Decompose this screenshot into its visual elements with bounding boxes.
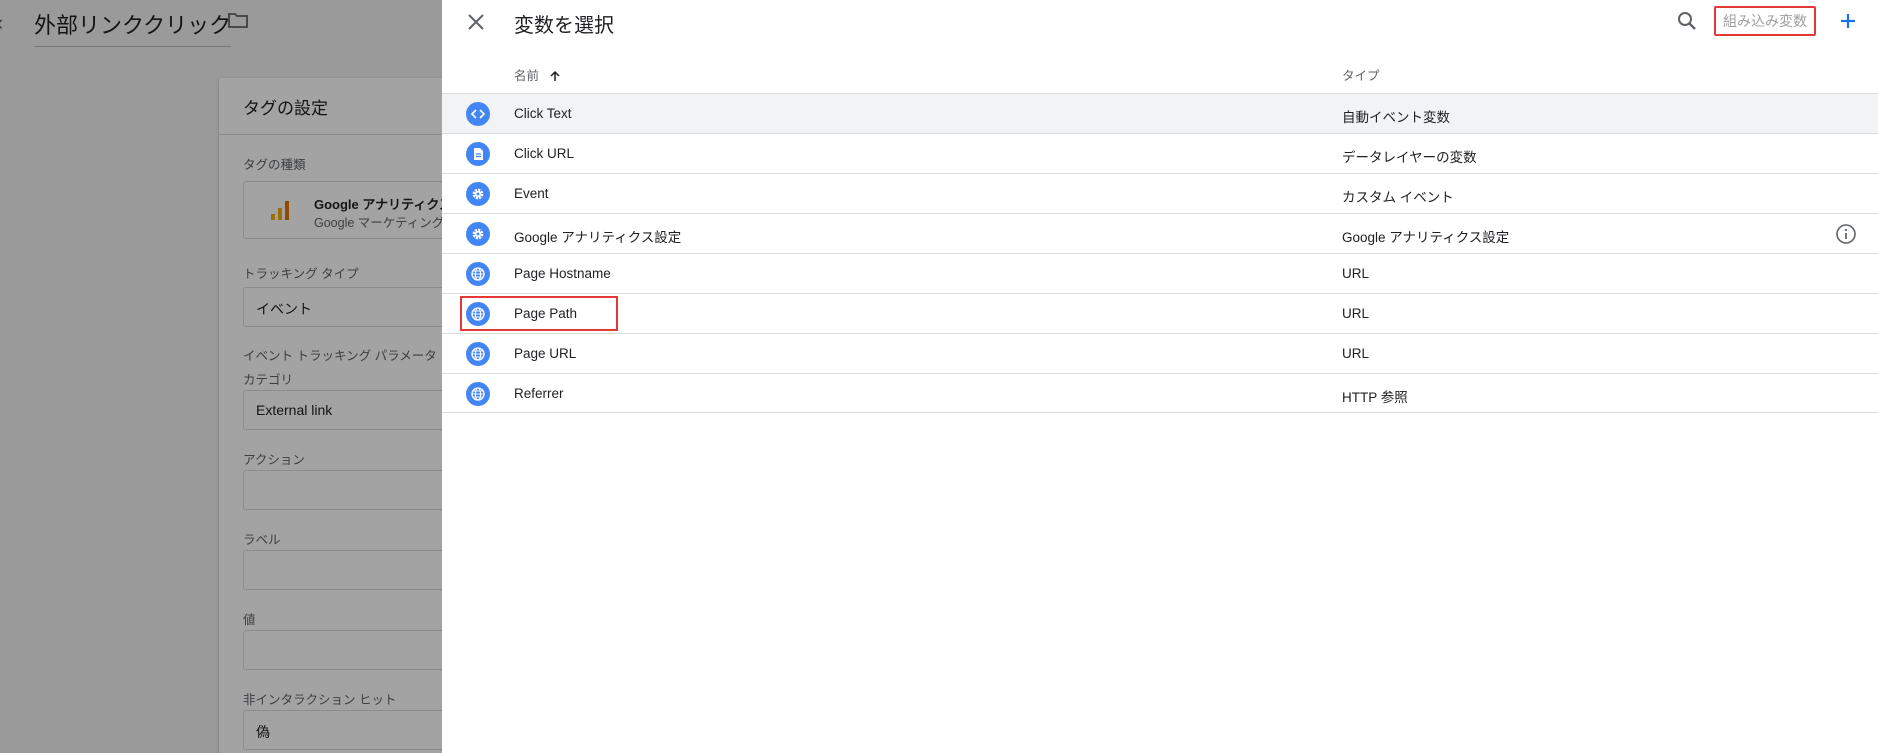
info-icon[interactable]: [1835, 223, 1857, 245]
row-type: HTTP 参照: [1342, 390, 1408, 405]
table-row[interactable]: Event カスタム イベント: [442, 173, 1878, 213]
column-header-name[interactable]: 名前: [514, 65, 561, 84]
row-name: Google アナリティクス設定: [514, 230, 682, 245]
table-row[interactable]: Click URL データレイヤーの変数: [442, 133, 1878, 173]
sort-ascending-icon: [549, 70, 560, 81]
table-row[interactable]: Google アナリティクス設定 Google アナリティクス設定: [442, 213, 1878, 253]
row-name: Event: [514, 186, 549, 201]
highlight-box: [460, 296, 618, 331]
row-type: 自動イベント変数: [1342, 110, 1450, 125]
row-type: カスタム イベント: [1342, 190, 1454, 205]
column-header-type[interactable]: タイプ: [1342, 65, 1380, 84]
globe-icon: [466, 262, 490, 286]
document-icon: [466, 142, 490, 166]
table-row[interactable]: Page Hostname URL: [442, 253, 1878, 293]
column-name-label: 名前: [514, 69, 540, 83]
table-row[interactable]: Click Text 自動イベント変数: [442, 93, 1878, 133]
row-type: データレイヤーの変数: [1342, 150, 1477, 165]
row-name: Click Text: [514, 106, 572, 121]
close-icon[interactable]: [464, 10, 488, 34]
row-name: Page Hostname: [514, 266, 611, 281]
select-variable-panel: 変数を選択 組み込み変数 名前 タイプ Click Text 自動イベント変数: [442, 0, 1878, 753]
row-name: Referrer: [514, 386, 564, 401]
variables-table: Click Text 自動イベント変数 Click URL データレイヤーの変数…: [442, 93, 1878, 413]
row-name: Page URL: [514, 346, 577, 361]
row-type: URL: [1342, 266, 1370, 281]
panel-title: 変数を選択: [514, 15, 614, 37]
code-icon: [466, 102, 490, 126]
column-type-label: タイプ: [1342, 69, 1380, 83]
search-icon[interactable]: [1675, 9, 1699, 33]
add-icon[interactable]: [1836, 9, 1860, 33]
row-name: Click URL: [514, 146, 575, 161]
gear-icon: [466, 182, 490, 206]
row-type: Google アナリティクス設定: [1342, 230, 1510, 245]
builtin-variables-button[interactable]: 組み込み変数: [1714, 6, 1816, 36]
globe-icon: [466, 382, 490, 406]
table-row[interactable]: Page URL URL: [442, 333, 1878, 373]
row-type: URL: [1342, 346, 1370, 361]
gear-icon: [466, 222, 490, 246]
table-row[interactable]: Referrer HTTP 参照: [442, 373, 1878, 413]
globe-icon: [466, 342, 490, 366]
row-type: URL: [1342, 306, 1370, 321]
table-row[interactable]: Page Path URL: [442, 293, 1878, 333]
